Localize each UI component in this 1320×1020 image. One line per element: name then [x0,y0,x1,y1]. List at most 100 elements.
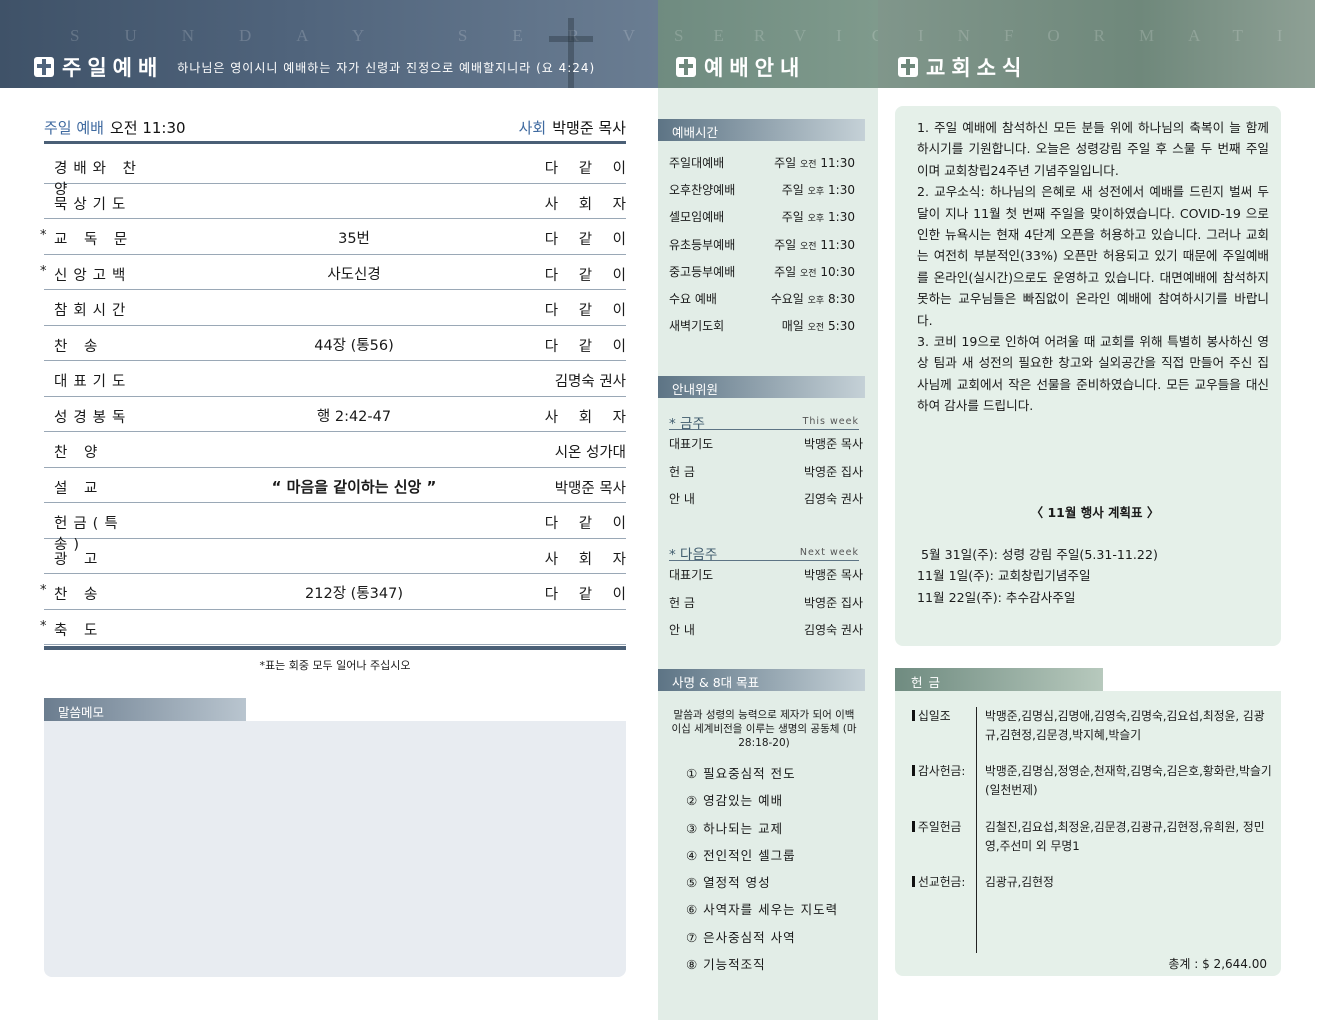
next-week-title: * 다음주 [669,547,718,563]
order-row: 찬 송 44장 (통56) 다 같 이 [44,326,626,361]
host-name: 박맹준 목사 [552,119,626,137]
order-item-detail: 35번 [338,231,370,247]
goal-item: ② 영감있는 예배 [686,793,784,809]
offering-names: 박맹준,김명심,김명애,김영숙,김명숙,김요섭,최정윤, 김광규,김현정,김문경… [985,709,1265,742]
order-item-leader: 다 같 이 [544,161,634,177]
event-plan-item: 5월 31일(주): 성령 강림 주일(5.31-11.22) [917,547,1158,562]
news-item: 2. 교우소식: 하나님의 은혜로 새 성전에서 예배를 드린지 벌써 두 달이… [917,184,1269,328]
offering-divider [976,707,977,953]
offering-type: 주일헌금 [912,818,961,837]
header-verse: 하나님은 영이시니 예배하는 자가 신령과 진정으로 예배할지니라 (요 4:2… [177,60,596,75]
order-item-name: 찬 양 [54,445,104,461]
section-title: 예배안내 [676,52,805,82]
cross-decoration-bar [549,36,593,42]
section-title: 교회소식 [898,52,1027,82]
service-name: 수요 예배 [669,291,717,306]
service-schedule: 수요일 오후 8:30 [771,290,855,307]
offering-total: 총계 : $ 2,644.00 [1168,957,1267,971]
goal-item: ⑤ 열정적 영성 [686,875,771,891]
news-items: 1. 주일 예배에 참석하신 모든 분들 위에 하나님의 축복이 늘 함께 하시… [917,117,1269,417]
service-day: 수요일 [770,291,804,306]
service-day: 주일 [774,237,797,252]
service-name: 새벽기도회 [669,319,725,334]
service-ampm: 오전 [800,160,817,170]
order-item-leader: 사 회 자 [544,409,634,426]
service-time-row: 수요 예배 수요일 오후 8:30 [669,288,859,315]
event-plan-item: 11월 1일(주): 교회창립기념주일 [917,568,1091,584]
goal-item: ④ 전인적인 셀그룹 [686,847,796,863]
order-row: * 찬 송 212장 (통347) 다 같 이 [40,574,626,610]
event-plan-item: 11월 22일(주): 추수감사주일 [917,589,1076,605]
sermon-memo-box [44,721,626,977]
order-bottom-rule [44,646,626,650]
event-plan-list: 5월 31일(주): 성령 강림 주일(5.31-11.22) 11월 1일(주)… [917,544,1158,608]
eight-goals-list: ① 필요중심적 전도 ② 영감있는 예배 ③ 하나되는 교제 ④ 전인적인 셀그룹 ⑤ … [686,763,838,981]
order-of-service: 경배와 찬양 다 같 이 묵상기도 사 회 자 * 교 독 문 35번 다 같 이 * 신앙고백 사… [40,148,626,645]
usher-role: 헌 금 [669,464,695,479]
service-heading: 주일 예배 오전 11:30 사회 박맹준 목사 [44,118,626,144]
goal-item: ① 필요중심적 전도 [686,766,796,781]
order-item-name: 찬 송 [54,587,104,603]
next-week-heading: * 다음주 Next week [669,543,859,563]
order-row: 광 고사 회 자 [44,539,626,574]
news-item: 1. 주일 예배에 참석하신 모든 분들 위에 하나님의 축복이 늘 함께 하시… [917,120,1269,178]
goal-item: ⑦ 은사중심적 사역 [686,929,796,945]
cross-icon [898,57,918,77]
service-schedule: 주일 오전 11:30 [774,236,855,253]
service-label: 주일 예배 [44,119,104,137]
service-schedule: 주일 오후 1:30 [782,208,855,225]
guide-title: 예배안내 [704,56,806,80]
service-time-row: 새벽기도회 매일 오전 5:30 [669,315,859,342]
goal-item: ⑧ 기능적조직 [686,957,766,973]
order-row: * 축 도 [40,610,626,645]
usher-name: 박맹준 목사 [803,437,863,451]
usher-role: 헌 금 [669,595,695,610]
goal-item: ③ 하나되는 교제 [686,820,784,836]
offering-type: 십일조 [912,707,951,726]
service-schedule: 주일 오전 10:30 [774,263,855,280]
this-week-ushers: 대표기도 박맹준 목사헌 금 박영준 집사 안 내 김영숙 권사 [669,432,863,515]
service-ampm: 오전 [800,241,817,252]
offering-type: 선교헌금: [912,873,965,892]
service-clock: 10:30 [820,264,855,279]
order-item-leader: 김명숙 권사 [554,374,626,390]
sunday-service-header: SUNDAY SERVICE 주일예배 하나님은 영이시니 예배하는 자가 신령… [0,0,658,88]
mission-statement: 말씀과 성령의 능력으로 제자가 되어 이백 이십 세계비전을 이루는 생명의 … [671,709,857,749]
order-item-leader: 다 같 이 [544,516,634,532]
cross-icon [676,57,696,77]
order-row: 참회시간 다 같 이 [44,290,626,326]
offering-names: 김철진,김요섭,최정윤,김문경,김광규,김현정,유희원, 정민영,주선미 외 무… [985,820,1265,853]
service-times-list: 주일대예배 주일 오전 11:30 오후찬양예배 주일 오후 1:30 셀모임예배 주일 … [669,152,859,342]
order-item-leader: 박맹준 목사 [554,480,626,497]
service-name: 주일대예배 [669,156,725,170]
usher-row: 헌 금 박영준 집사 [669,460,863,488]
usher-row: 안 내 김영숙 권사 [669,487,863,515]
order-item-leader: 사 회 자 [544,551,634,568]
offering-label: 헌금 [895,668,1103,691]
order-item-detail: 44장 (통56) [314,337,394,354]
cross-icon [34,57,54,77]
offering-names: 김광규,김현정 [985,875,1054,889]
offering-type: 감사헌금: [912,762,965,781]
order-row: 헌금(특송) 다 같 이 [44,503,626,553]
this-week-eng: This week [802,416,859,427]
order-item-leader: 시온 성가대 [554,445,626,461]
ghost-title: SERVICE [674,26,878,45]
order-row: * 신앙고백 사도신경 다 같 이 [40,255,626,290]
service-day: 주일 [781,183,804,198]
sunday-title: 주일예배 [62,56,164,80]
order-item-leader: 사 회 자 [544,196,634,213]
service-day: 주일 [774,264,797,279]
this-week-heading: * 금주 This week [669,412,859,432]
service-time-row: 셀모임예배 주일 오후 1:30 [669,206,859,233]
offering-names: 박맹준,김명심,정영순,천재학,김명숙,김은호,황화란,박슬기 (일천번제) [985,764,1272,797]
usher-name: 김영숙 권사 [803,623,863,637]
service-ampm: 오전 [807,323,825,334]
news-title: 교회소식 [926,56,1028,80]
usher-role: 대표기도 [669,437,714,451]
usher-name: 박맹준 목사 [803,568,863,582]
order-row: 성경봉독 행 2:42-47 사 회 자 [44,397,626,432]
order-item-leader: 다 같 이 [544,587,634,603]
usher-role: 대표기도 [669,568,714,582]
next-week-eng: Next week [799,547,859,558]
